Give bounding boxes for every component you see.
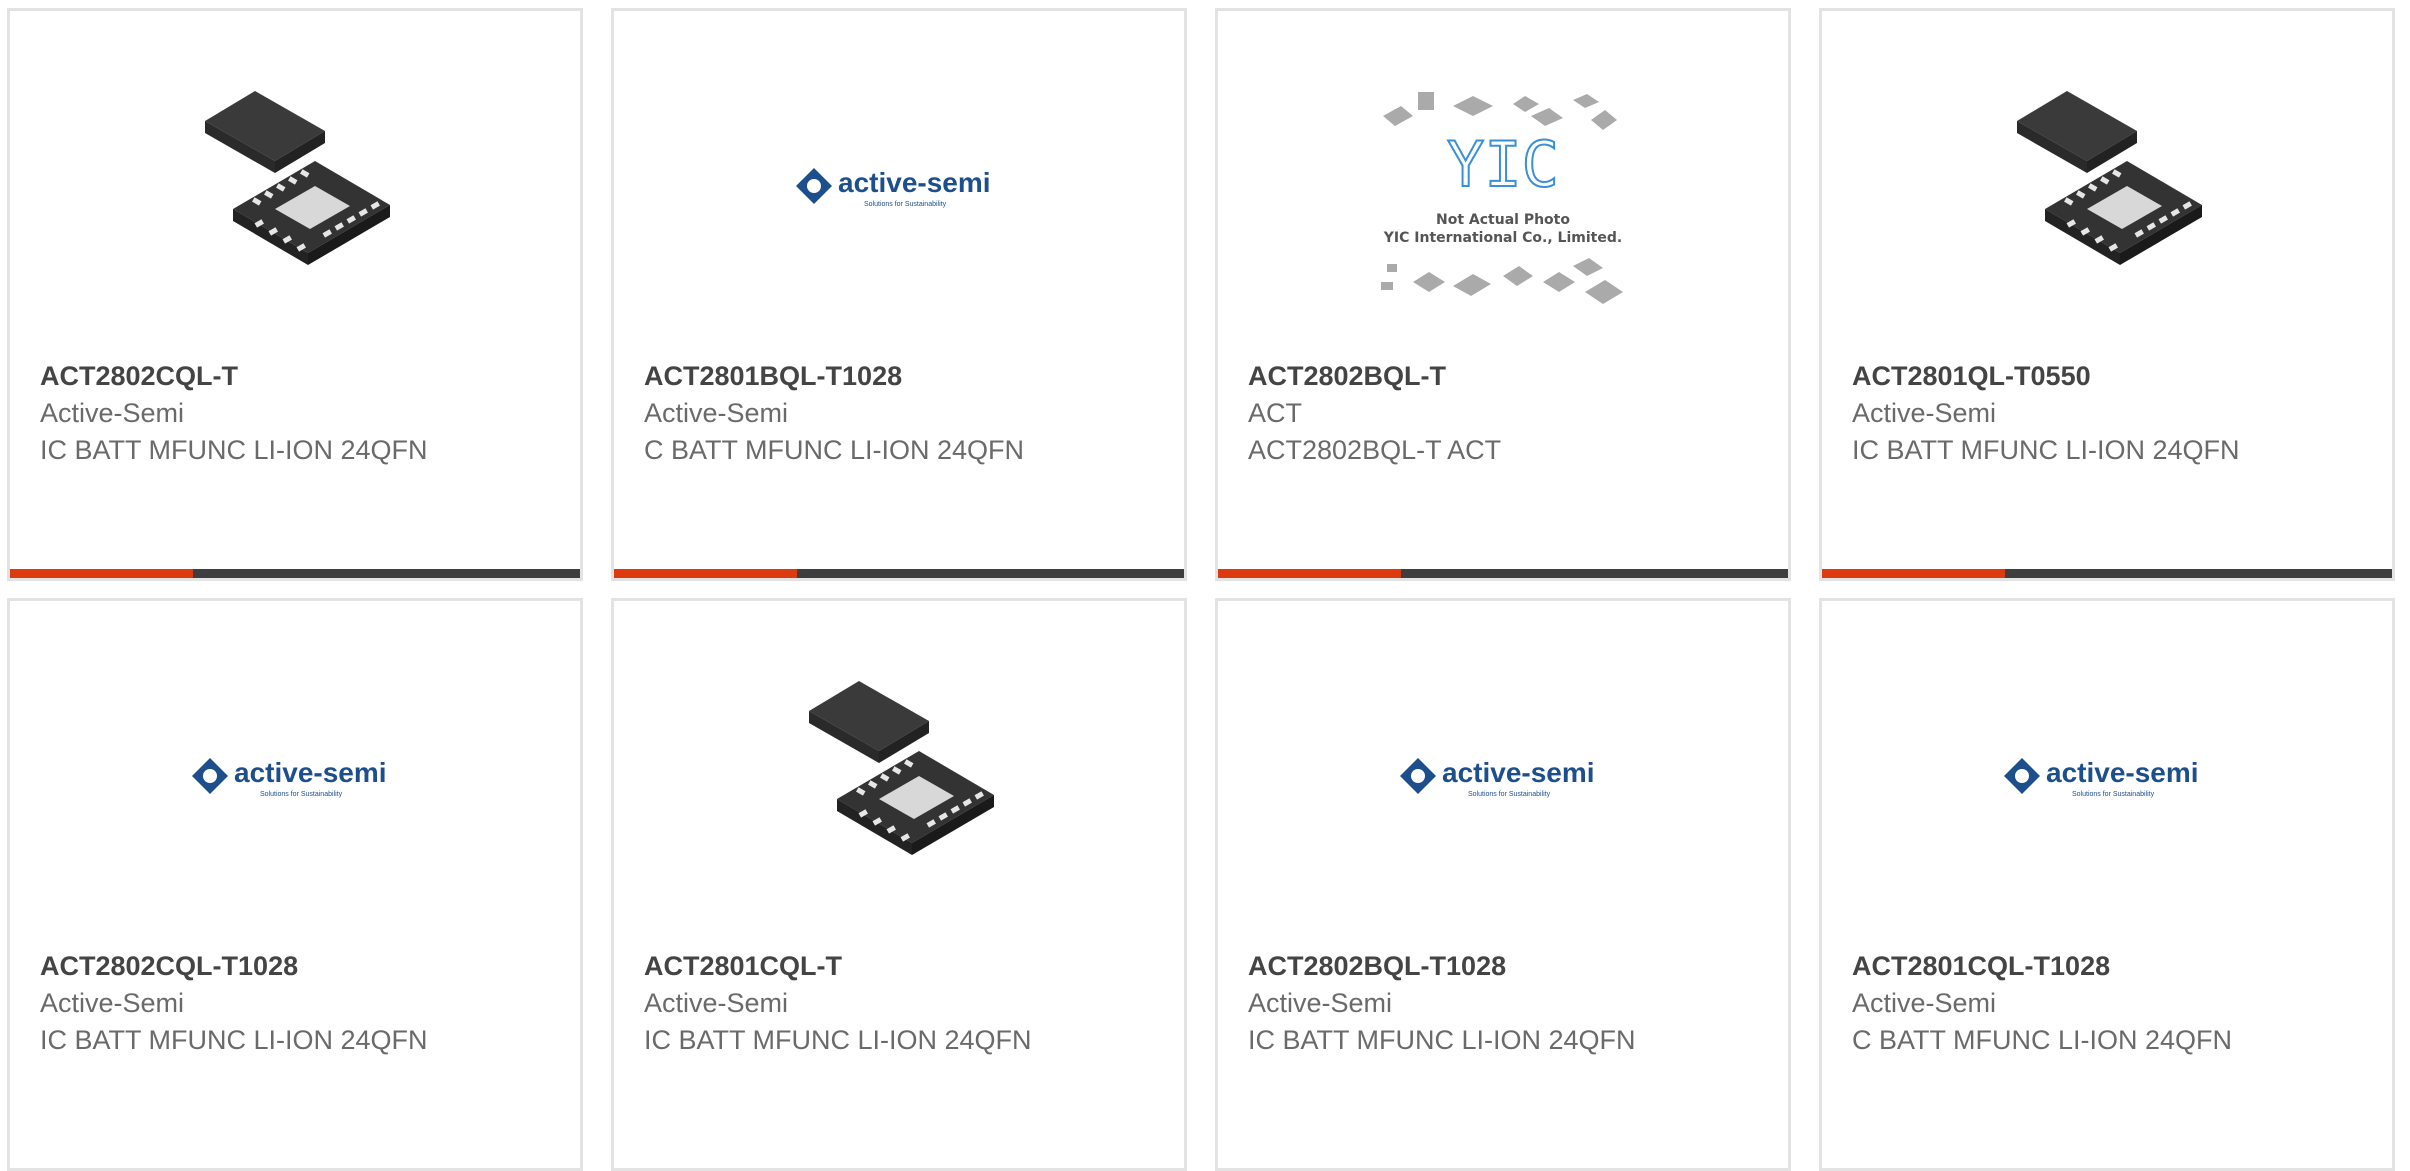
product-image: active-semi Solutions for Sustainability [1822,671,2392,881]
part-number[interactable]: ACT2801CQL-T [644,947,1164,985]
product-image [1822,81,2392,291]
part-number[interactable]: ACT2801BQL-T1028 [644,357,1164,395]
product-image: active-semi Solutions for Sustainability [1218,671,1788,881]
qfn-chip-image [205,91,390,265]
manufacturer: Active-Semi [1248,988,1393,1018]
description: C BATT MFUNC LI-ION 24QFN [1852,1025,2233,1055]
logo-wordmark: active-semi [2046,757,2199,788]
part-number[interactable]: ACT2802BQL-T1028 [1248,947,1768,985]
product-card[interactable]: ACT2802CQL-T Active-Semi IC BATT MFUNC L… [7,8,583,581]
card-bar-accent [614,569,797,578]
manufacturer: Active-Semi [1852,988,1997,1018]
part-number[interactable]: ACT2801CQL-T1028 [1852,947,2372,985]
product-card[interactable]: ACT2801CQL-T Active-Semi IC BATT MFUNC L… [611,598,1187,1171]
active-semi-logo: active-semi Solutions for Sustainability [796,167,991,208]
logo-wordmark: active-semi [234,757,387,788]
qfn-chip-image [809,681,994,855]
manufacturer: Active-Semi [40,988,185,1018]
manufacturer: Active-Semi [644,398,789,428]
manufacturer: Active-Semi [644,988,789,1018]
description: ACT2802BQL-T ACT [1248,435,1502,465]
product-image: active-semi Solutions for Sustainability [10,671,580,881]
company-note: YIC International Co., Limited. [1383,230,1622,246]
card-bar-accent [1822,569,2005,578]
card-bar [1218,569,1788,578]
card-bar [614,569,1184,578]
product-card[interactable]: YIC Not Actual Photo YIC International C… [1215,8,1791,581]
product-image: active-semi Solutions for Sustainability [614,81,1184,291]
description: IC BATT MFUNC LI-ION 24QFN [40,435,428,465]
part-number[interactable]: ACT2802CQL-T [40,357,560,395]
logo-tagline: Solutions for Sustainability [1468,791,1551,798]
product-card[interactable]: active-semi Solutions for Sustainability… [1215,598,1791,1171]
description: C BATT MFUNC LI-ION 24QFN [644,435,1025,465]
active-semi-logo: active-semi Solutions for Sustainability [1400,757,1595,798]
not-actual-photo-note: Not Actual Photo [1436,212,1570,228]
card-bar-accent [1218,569,1401,578]
description: IC BATT MFUNC LI-ION 24QFN [1852,435,2240,465]
logo-wordmark: active-semi [1442,757,1595,788]
product-card[interactable]: active-semi Solutions for Sustainability… [611,8,1187,581]
yic-logo: YIC [1447,128,1559,201]
product-card[interactable]: ACT2801QL-T0550 Active-Semi IC BATT MFUN… [1819,8,2395,581]
description: IC BATT MFUNC LI-ION 24QFN [644,1025,1032,1055]
product-grid: ACT2802CQL-T Active-Semi IC BATT MFUNC L… [0,0,2410,1171]
card-bar-accent [10,569,193,578]
description: IC BATT MFUNC LI-ION 24QFN [1248,1025,1636,1055]
product-card[interactable]: active-semi Solutions for Sustainability… [7,598,583,1171]
manufacturer: ACT [1248,398,1302,428]
manufacturer: Active-Semi [40,398,185,428]
qfn-chip-image [2017,91,2202,265]
card-bar [10,569,580,578]
part-number[interactable]: ACT2802BQL-T [1248,357,1768,395]
active-semi-logo: active-semi Solutions for Sustainability [2004,757,2199,798]
logo-wordmark: active-semi [838,167,991,198]
card-bar [1822,569,2392,578]
not-actual-photo-image: YIC Not Actual Photo YIC International C… [1381,92,1623,304]
part-number[interactable]: ACT2801QL-T0550 [1852,357,2372,395]
logo-tagline: Solutions for Sustainability [260,791,343,798]
product-image: YIC Not Actual Photo YIC International C… [1218,92,1788,311]
product-card[interactable]: active-semi Solutions for Sustainability… [1819,598,2395,1171]
product-image [10,81,580,291]
part-number[interactable]: ACT2802CQL-T1028 [40,947,560,985]
manufacturer: Active-Semi [1852,398,1997,428]
description: IC BATT MFUNC LI-ION 24QFN [40,1025,428,1055]
logo-tagline: Solutions for Sustainability [864,201,947,208]
logo-tagline: Solutions for Sustainability [2072,791,2155,798]
product-image [614,671,1184,881]
active-semi-logo: active-semi Solutions for Sustainability [192,757,387,798]
